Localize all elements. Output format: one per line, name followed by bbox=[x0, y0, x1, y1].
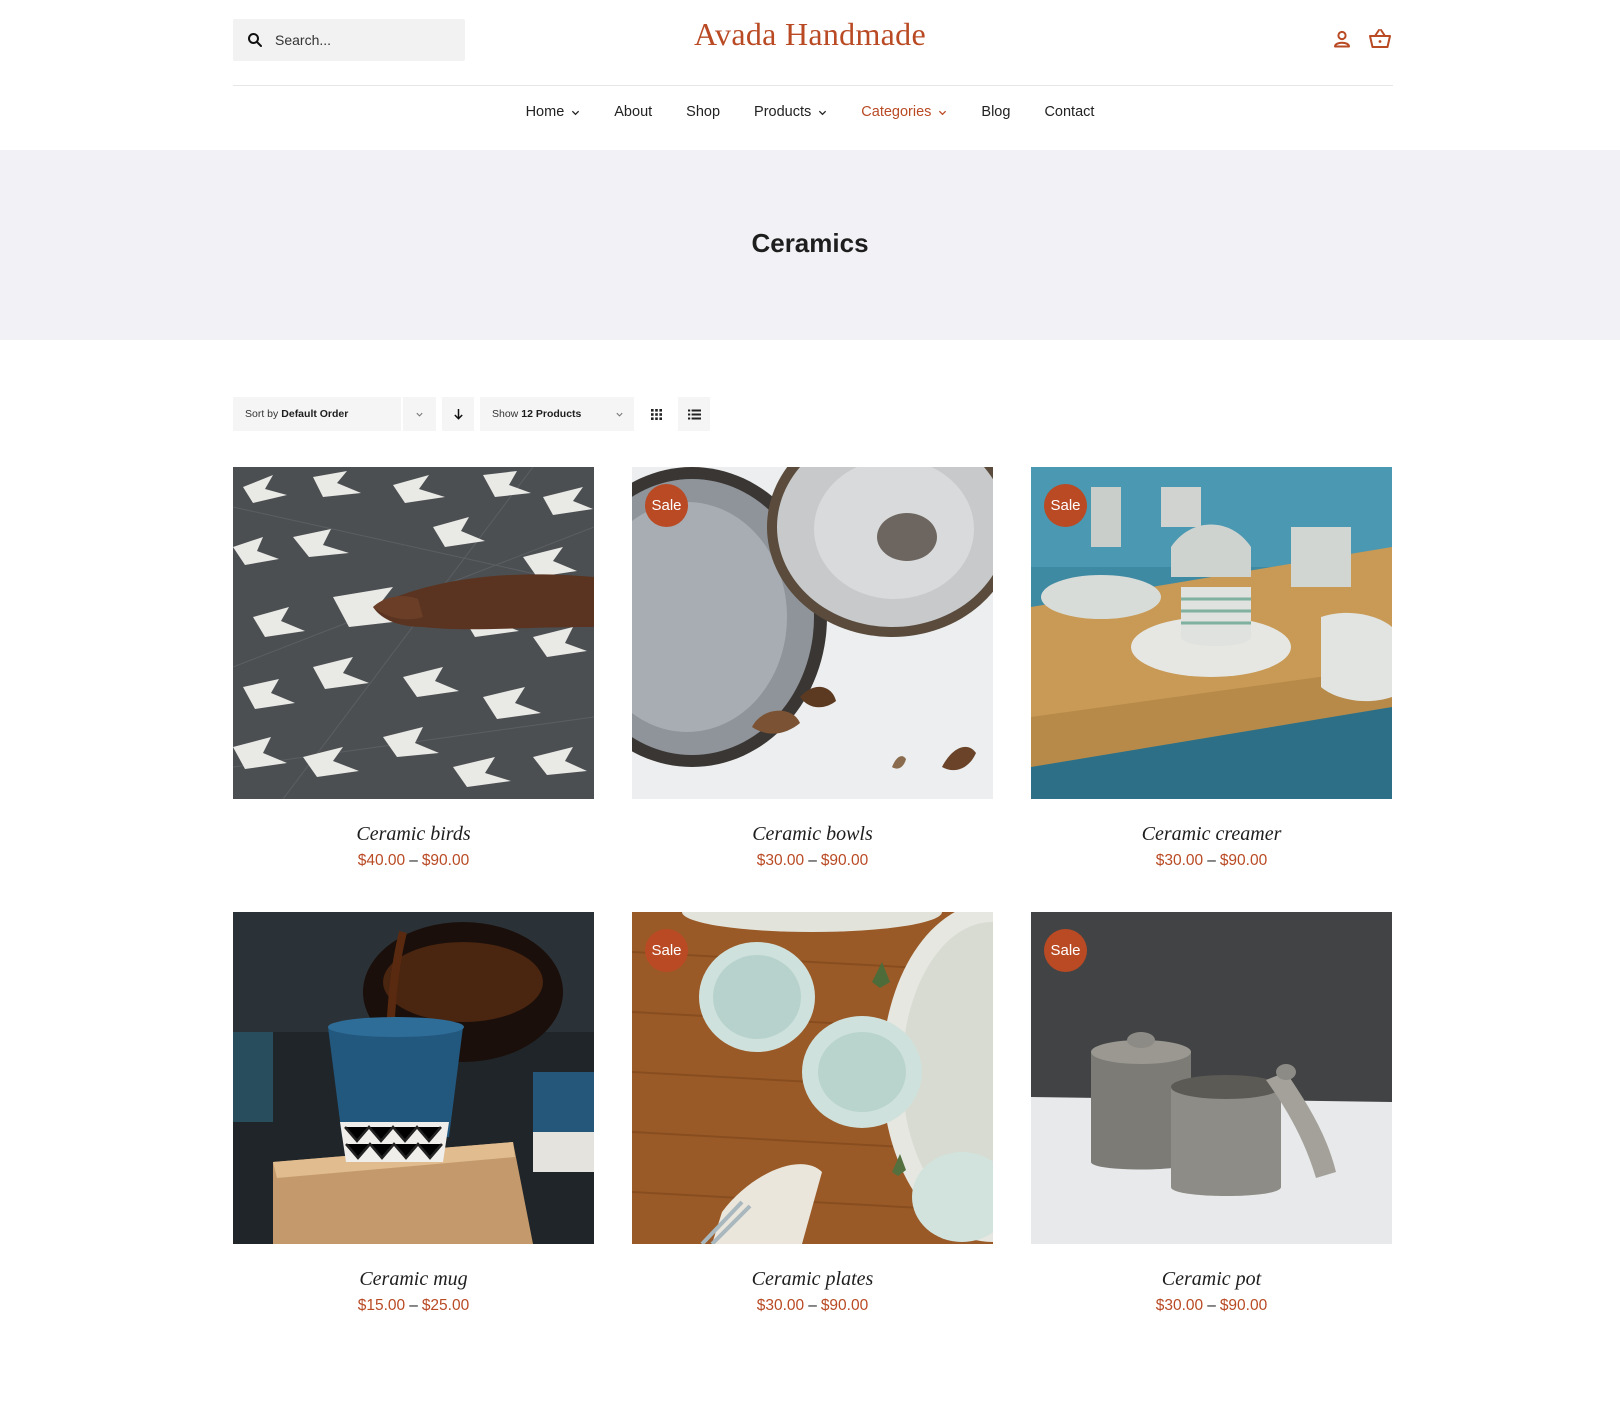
product-image[interactable]: Sale bbox=[1031, 467, 1392, 799]
product-name[interactable]: Ceramic creamer bbox=[1031, 823, 1392, 846]
per-page-select[interactable]: Show 12 Products bbox=[480, 397, 604, 431]
product-card[interactable]: Sale Ceramic creamer $30.00– $90.00 bbox=[1031, 467, 1392, 912]
price-min: $30.00 bbox=[1155, 852, 1204, 869]
nav-label: Blog bbox=[981, 104, 1011, 120]
chevron-down-icon bbox=[572, 110, 580, 115]
chevron-down-icon bbox=[939, 110, 947, 115]
nav-item-categories[interactable]: Categories bbox=[844, 104, 964, 120]
nav-label: About bbox=[614, 104, 653, 120]
product-card[interactable]: Sale Ceramic pot $30.00– $90.00 bbox=[1031, 912, 1392, 1357]
chevron-down-icon bbox=[819, 110, 827, 115]
price-separator: – bbox=[409, 852, 418, 869]
nav-label: Shop bbox=[686, 104, 721, 120]
account-button[interactable] bbox=[1330, 27, 1354, 51]
grid-view-button[interactable] bbox=[640, 397, 672, 431]
sort-value: Default Order bbox=[281, 408, 349, 420]
nav-item-contact[interactable]: Contact bbox=[1027, 104, 1111, 120]
user-icon bbox=[1334, 30, 1350, 48]
product-image[interactable]: Sale bbox=[632, 467, 993, 799]
page-title: Ceramics bbox=[751, 228, 869, 258]
nav-label: Contact bbox=[1044, 104, 1095, 120]
ceramic-creamer-image bbox=[1031, 467, 1392, 799]
chevron-down-icon bbox=[416, 412, 423, 417]
show-prefix: Show bbox=[492, 408, 519, 420]
header-divider bbox=[233, 85, 1393, 86]
price-min: $40.00 bbox=[357, 852, 406, 869]
product-price: $15.00– $25.00 bbox=[233, 1297, 594, 1315]
nav-label: Products bbox=[754, 104, 812, 120]
sort-prefix: Sort by bbox=[245, 408, 279, 420]
chevron-down-icon bbox=[615, 412, 623, 417]
product-price: $30.00– $90.00 bbox=[632, 1297, 993, 1315]
nav-item-blog[interactable]: Blog bbox=[964, 104, 1027, 120]
price-min: $15.00 bbox=[357, 1297, 406, 1314]
sale-badge: Sale bbox=[1044, 929, 1087, 972]
price-separator: – bbox=[1207, 852, 1216, 869]
arrow-down-icon bbox=[453, 409, 463, 420]
product-card[interactable]: Ceramic birds $40.00– $90.00 bbox=[233, 467, 594, 912]
price-separator: – bbox=[409, 1297, 418, 1314]
sale-badge: Sale bbox=[645, 929, 688, 972]
price-separator: – bbox=[1207, 1297, 1216, 1314]
product-price: $30.00– $90.00 bbox=[1031, 1297, 1392, 1315]
main-nav: Home About Shop Products Categories Blog… bbox=[0, 104, 1620, 120]
product-name[interactable]: Ceramic bowls bbox=[632, 823, 993, 846]
catalog-toolbar: Sort by Default Order Show 12 Products bbox=[233, 397, 710, 431]
site-header: Avada Handmade Home About Shop bbox=[0, 0, 1620, 150]
sale-badge: Sale bbox=[1044, 484, 1087, 527]
nav-item-about[interactable]: About bbox=[597, 104, 669, 120]
torn-paper-edge bbox=[0, 318, 1620, 331]
price-min: $30.00 bbox=[756, 1297, 805, 1314]
product-price: $30.00– $90.00 bbox=[1031, 852, 1392, 870]
price-max: $90.00 bbox=[1219, 1297, 1268, 1314]
show-value: 12 Products bbox=[521, 408, 582, 420]
sort-direction-button[interactable] bbox=[442, 397, 474, 431]
ceramic-birds-image bbox=[233, 467, 594, 799]
product-name[interactable]: Ceramic birds bbox=[233, 823, 594, 846]
price-separator: – bbox=[808, 852, 817, 869]
list-icon bbox=[687, 409, 701, 419]
product-card[interactable]: Sale Ceramic plates $30.00– $90.00 bbox=[632, 912, 993, 1357]
basket-icon bbox=[1369, 29, 1391, 48]
header-icons bbox=[1330, 27, 1392, 51]
product-price: $30.00– $90.00 bbox=[632, 852, 993, 870]
price-max: $25.00 bbox=[421, 1297, 470, 1314]
site-logo-text[interactable]: Avada Handmade bbox=[694, 16, 926, 53]
product-image[interactable] bbox=[233, 912, 594, 1244]
per-page-dropdown-toggle[interactable] bbox=[604, 397, 634, 431]
nav-label: Home bbox=[525, 104, 565, 120]
price-separator: – bbox=[808, 1297, 817, 1314]
cart-button[interactable] bbox=[1368, 27, 1392, 51]
list-view-button[interactable] bbox=[678, 397, 710, 431]
product-name[interactable]: Ceramic plates bbox=[632, 1268, 993, 1291]
product-name[interactable]: Ceramic pot bbox=[1031, 1268, 1392, 1291]
price-max: $90.00 bbox=[421, 852, 470, 869]
ceramic-pot-image bbox=[1031, 912, 1392, 1244]
grid-icon bbox=[650, 408, 662, 420]
sale-badge: Sale bbox=[645, 484, 688, 527]
product-name[interactable]: Ceramic mug bbox=[233, 1268, 594, 1291]
price-max: $90.00 bbox=[820, 1297, 869, 1314]
price-min: $30.00 bbox=[1155, 1297, 1204, 1314]
nav-item-shop[interactable]: Shop bbox=[669, 104, 737, 120]
price-max: $90.00 bbox=[820, 852, 869, 869]
product-image[interactable]: Sale bbox=[632, 912, 993, 1244]
nav-item-products[interactable]: Products bbox=[737, 104, 844, 120]
ceramic-plates-image bbox=[632, 912, 993, 1244]
ceramic-mug-image bbox=[233, 912, 594, 1244]
product-grid: Ceramic birds $40.00– $90.00 Sale Cerami… bbox=[233, 467, 1393, 1357]
nav-item-home[interactable]: Home bbox=[509, 104, 598, 120]
ceramic-bowls-image bbox=[632, 467, 993, 799]
product-image[interactable]: Sale bbox=[1031, 912, 1392, 1244]
price-max: $90.00 bbox=[1219, 852, 1268, 869]
product-price: $40.00– $90.00 bbox=[233, 852, 594, 870]
nav-label: Categories bbox=[861, 104, 932, 120]
price-min: $30.00 bbox=[756, 852, 805, 869]
sort-dropdown-toggle[interactable] bbox=[403, 397, 436, 431]
product-card[interactable]: Ceramic mug $15.00– $25.00 bbox=[233, 912, 594, 1357]
sort-select[interactable]: Sort by Default Order bbox=[233, 397, 401, 431]
product-card[interactable]: Sale Ceramic bowls $30.00– $90.00 bbox=[632, 467, 993, 912]
product-image[interactable] bbox=[233, 467, 594, 799]
